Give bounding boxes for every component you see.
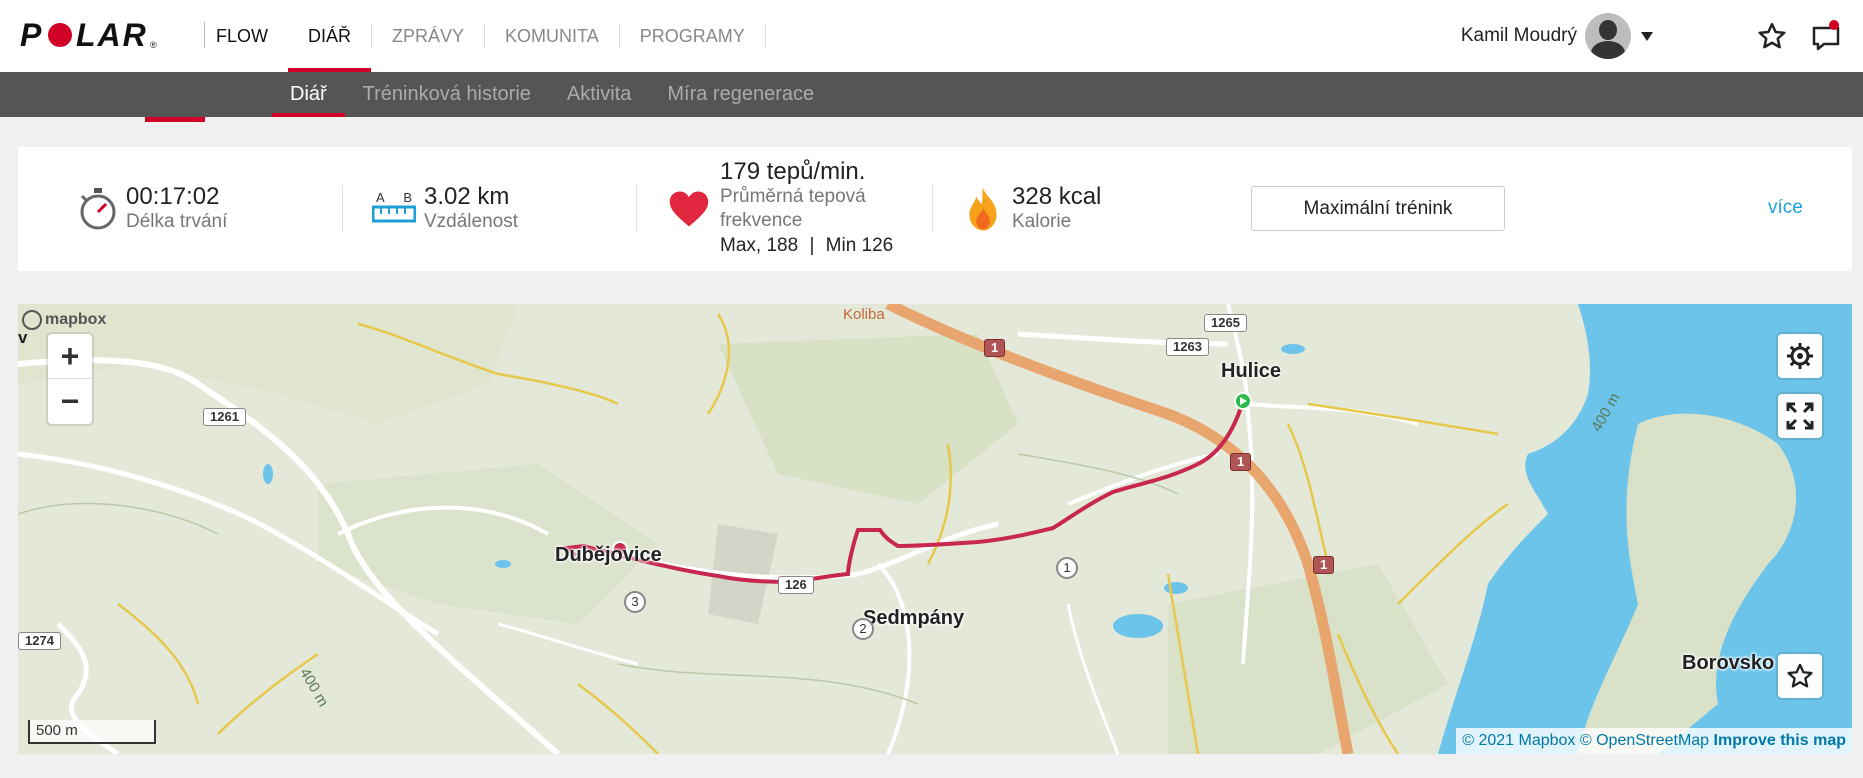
calories-stat: 328 kcal Kalorie	[966, 147, 1101, 271]
scrolled-content-edge	[145, 117, 205, 122]
avatar[interactable]	[1585, 13, 1631, 59]
notifications-icon[interactable]	[1806, 16, 1846, 56]
improve-map-link[interactable]: Improve this map	[1714, 732, 1846, 749]
map-settings-button[interactable]	[1778, 334, 1822, 378]
road-number-badge: 1265	[1204, 314, 1247, 332]
more-link[interactable]: více	[1768, 197, 1803, 219]
zoom-in-button[interactable]: +	[48, 334, 92, 379]
motorway-badge: 1	[1313, 556, 1335, 574]
nav-programs[interactable]: PROGRAMY	[620, 0, 765, 72]
motorway-badge: 1	[984, 339, 1006, 357]
ruler-icon: A B	[371, 190, 417, 228]
main-nav: FLOW DIÁŘ ZPRÁVY KOMUNITA PROGRAMY	[216, 0, 766, 72]
chevron-down-icon[interactable]	[1641, 31, 1653, 41]
mapbox-logo[interactable]: mapbox	[22, 310, 106, 330]
road-number-badge: 1274	[18, 632, 61, 650]
route-km-marker[interactable]: 3	[624, 591, 646, 613]
tab-activity[interactable]: Aktivita	[549, 72, 649, 117]
heart-icon	[669, 191, 709, 227]
tab-recovery[interactable]: Míra regenerace	[649, 72, 832, 117]
heart-rate-label: Průměrná tepová frekvence	[720, 186, 866, 231]
place-label: Borovsko	[1682, 652, 1775, 674]
duration-value: 00:17:02	[126, 183, 220, 210]
mapbox-wordmark: mapbox	[45, 311, 107, 328]
heart-rate-max: Max, 188	[720, 235, 799, 256]
star-icon	[1787, 663, 1813, 688]
place-label: Dubějovice	[555, 544, 662, 566]
distance-label: Vzdálenost	[424, 211, 519, 232]
zoom-out-button[interactable]: −	[48, 379, 92, 424]
distance-stat: A B 3.02 km Vzdálenost	[371, 147, 519, 271]
svg-text:P: P	[20, 18, 43, 52]
place-label: Sedmpány	[863, 607, 965, 629]
heart-rate-value: 179 tepů/min.	[720, 158, 866, 185]
point-b-label: B	[403, 190, 412, 205]
nav-community[interactable]: KOMUNITA	[485, 0, 619, 72]
place-label: Hulice	[1221, 360, 1282, 382]
nav-divider	[764, 24, 766, 48]
map-canvas[interactable]	[18, 304, 1852, 754]
nav-reports[interactable]: ZPRÁVY	[372, 0, 484, 72]
nav-flow[interactable]: FLOW	[216, 0, 288, 72]
training-summary-panel: 00:17:02 Délka trvání A B 3.02 km Vzdále…	[18, 147, 1852, 271]
fullscreen-button[interactable]	[1778, 394, 1822, 438]
map-attribution: © 2021 Mapbox © OpenStreetMap Improve th…	[1456, 728, 1852, 754]
road-number-badge: 126	[778, 576, 814, 594]
road-number-badge: 1263	[1166, 338, 1209, 356]
duration-stat: 00:17:02 Délka trvání	[78, 147, 227, 271]
polar-logo-mark: P LAR ®	[20, 18, 157, 52]
motorway-badge: 1	[1230, 453, 1252, 471]
calories-label: Kalorie	[1012, 211, 1072, 232]
road-number-badge: 1261	[203, 408, 246, 426]
map-favorite-button[interactable]	[1778, 654, 1822, 698]
heart-rate-min: Min 126	[825, 235, 894, 256]
calories-value: 328 kcal	[1012, 183, 1102, 210]
favorites-star-icon[interactable]	[1752, 16, 1792, 56]
svg-text:LAR: LAR	[76, 18, 148, 52]
place-label-edge: v	[18, 328, 28, 347]
zoom-control: + −	[48, 334, 92, 424]
duration-label: Délka trvání	[126, 211, 228, 232]
mapbox-icon	[22, 310, 42, 330]
nav-diary[interactable]: DIÁŘ	[288, 0, 372, 72]
top-header: P LAR ® FLOW DIÁŘ ZPRÁVY KOMUNITA PROGRA…	[0, 0, 1863, 72]
poi-label: Koliba	[843, 306, 885, 323]
stopwatch-icon	[80, 188, 116, 230]
flame-icon	[969, 187, 997, 231]
user-menu[interactable]: Kamil Moudrý	[1461, 12, 1653, 60]
gear-icon	[1787, 343, 1813, 369]
route-km-marker[interactable]: 1	[1056, 557, 1078, 579]
heart-rate-separator: |	[809, 235, 815, 256]
sub-nav: Diář Tréninková historie Aktivita Míra r…	[0, 72, 1863, 117]
osm-attribution-link[interactable]: © OpenStreetMap	[1580, 732, 1709, 749]
polar-logo[interactable]: P LAR ®	[20, 18, 210, 52]
logo-separator	[204, 22, 205, 48]
distance-value: 3.02 km	[424, 183, 510, 210]
heart-rate-stat: 179 tepů/min. Průměrná tepová frekvence …	[668, 147, 900, 271]
point-a-label: A	[376, 190, 385, 205]
route-map[interactable]: Hulice Dubějovice Sedmpány Borovsko Koli…	[18, 304, 1852, 754]
route-km-marker[interactable]: 2	[852, 618, 874, 640]
tab-training-history[interactable]: Tréninková historie	[345, 72, 549, 117]
fullscreen-icon	[1786, 402, 1814, 430]
map-scale: 500 m	[28, 720, 156, 744]
training-benefit-button[interactable]: Maximální trénink	[1251, 186, 1505, 231]
tab-diary[interactable]: Diář	[272, 72, 345, 117]
mapbox-attribution-link[interactable]: © 2021 Mapbox	[1462, 732, 1575, 749]
svg-text:®: ®	[150, 40, 157, 50]
user-name: Kamil Moudrý	[1460, 25, 1577, 46]
